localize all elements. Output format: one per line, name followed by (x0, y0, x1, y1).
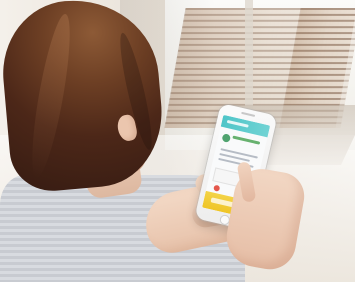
photo-scene (0, 0, 355, 282)
woman (0, 0, 355, 282)
app-status-bar (232, 135, 261, 145)
phone-speaker (241, 111, 256, 117)
red-dot-icon (213, 184, 221, 192)
app-status-badge (221, 133, 232, 143)
